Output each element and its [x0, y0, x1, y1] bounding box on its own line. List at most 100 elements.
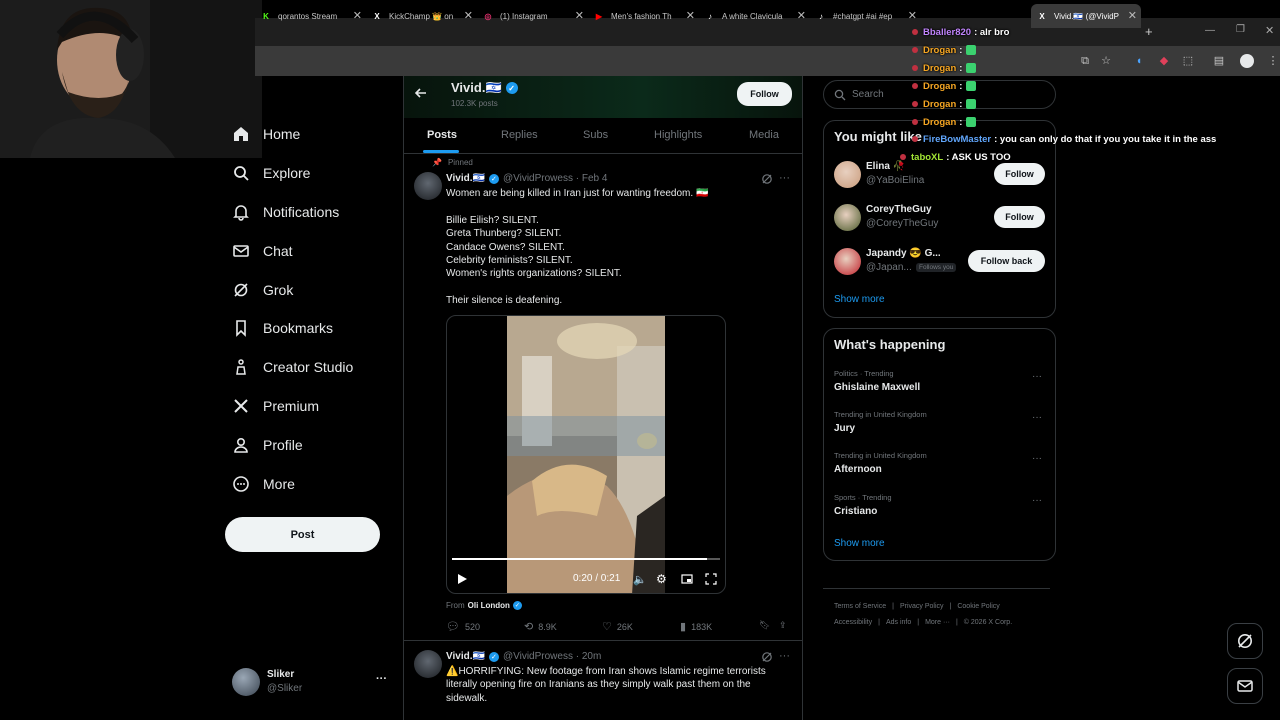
suggested-user-name[interactable]: CoreyTheGuy [866, 204, 932, 215]
from-source-name[interactable]: Oli London [468, 601, 510, 610]
post-avatar[interactable] [414, 650, 442, 678]
nav-item-bookmarks[interactable]: Bookmarks [231, 313, 333, 343]
user-avatar[interactable] [834, 248, 861, 275]
browser-tab[interactable]: ♪ A white Clavicula ✕ [699, 4, 810, 28]
grok-icon[interactable] [761, 651, 773, 663]
search-input[interactable]: Search [852, 89, 884, 100]
video-progress-track[interactable] [452, 558, 720, 560]
volume-icon[interactable]: 🔈 [633, 573, 647, 586]
tab-close-icon[interactable]: ✕ [908, 9, 917, 22]
user-avatar[interactable] [834, 204, 861, 231]
search-icon [231, 163, 251, 183]
tab-close-icon[interactable]: ✕ [686, 9, 695, 22]
post-avatar[interactable] [414, 172, 442, 200]
nav-item-explore[interactable]: Explore [231, 158, 310, 188]
trend-topic[interactable]: Jury [834, 423, 855, 434]
browser-tab[interactable]: Kqorantos Stream ✕ [255, 4, 366, 28]
trend-topic[interactable]: Cristiano [834, 506, 877, 517]
browser-tab[interactable]: X KickChamp 👑 on ✕ [366, 4, 477, 28]
grok-float-button[interactable] [1227, 623, 1263, 659]
nav-item-home[interactable]: Home [231, 119, 300, 149]
trends-show-more[interactable]: Show more [834, 538, 885, 549]
footer-link[interactable]: © 2026 X Corp. [964, 619, 1012, 626]
bookmark-star-icon[interactable]: ☆ [1099, 54, 1113, 68]
stream-chat-line: Drogan: [912, 63, 977, 74]
settings-gear-icon[interactable]: ⚙ [656, 572, 667, 586]
play-icon[interactable] [456, 573, 468, 585]
nav-item-notifications[interactable]: Notifications [231, 197, 339, 227]
footer-link[interactable]: Terms of Service [834, 603, 886, 610]
tab-close-icon[interactable]: ✕ [797, 9, 806, 22]
account-more-button[interactable]: ··· [376, 673, 387, 685]
post-more-icon[interactable]: ··· [779, 650, 790, 662]
browser-tab[interactable]: ♪ #chatgpt #ai #ep ✕ [810, 4, 921, 28]
views-action[interactable]: ▮ 183K [680, 620, 712, 633]
post-handle-time[interactable]: @VividProwess · Feb 4 [503, 173, 607, 184]
trend-more-icon[interactable]: ··· [1032, 453, 1042, 464]
extensions-puzzle-icon[interactable]: ⬚ [1181, 54, 1195, 68]
video-player[interactable] [446, 315, 726, 594]
reply-action[interactable]: 💬︎ 520 [446, 620, 480, 633]
browser-tab[interactable]: X Vivid.🇮🇱 (@VividP ✕ [1031, 4, 1141, 28]
grok-icon[interactable] [761, 173, 773, 185]
bookmark-post-icon[interactable]: 🔖︎ [759, 620, 770, 631]
sidepanel-icon[interactable]: ▤ [1212, 54, 1226, 68]
nav-item-premium[interactable]: Premium [231, 391, 319, 421]
trend-more-icon[interactable]: ··· [1032, 412, 1042, 423]
tab-close-icon[interactable]: ✕ [464, 9, 473, 22]
post-author-name[interactable]: Vivid.🇮🇱 [446, 651, 485, 662]
post-button[interactable]: Post [225, 517, 380, 552]
tab-highlights[interactable]: Highlights [654, 129, 702, 141]
browser-tab[interactable]: ◎ (1) Instagram ✕ [477, 4, 588, 28]
nav-item-grok[interactable]: Grok [231, 275, 293, 305]
footer-link[interactable]: Accessibility [834, 619, 872, 626]
tab-posts[interactable]: Posts [427, 129, 457, 141]
follow-button[interactable]: Follow [994, 206, 1045, 228]
tab-close-icon[interactable]: ✕ [575, 9, 584, 22]
footer-link[interactable]: More ··· [925, 619, 950, 626]
footer-link[interactable]: Cookie Policy [957, 603, 999, 610]
follow-button[interactable]: Follow back [968, 250, 1045, 272]
share-icon[interactable]: ⇪ [779, 620, 787, 631]
trend-more-icon[interactable]: ··· [1032, 371, 1042, 382]
browser-tab[interactable]: ▶ Men's fashion Th ✕ [588, 4, 699, 28]
install-icon[interactable]: ⧉ [1078, 54, 1092, 68]
who-to-follow-show-more[interactable]: Show more [834, 294, 885, 305]
trend-topic[interactable]: Afternoon [834, 464, 882, 475]
tab-close-icon[interactable]: ✕ [1128, 9, 1137, 22]
close-window-icon[interactable]: ✕ [1265, 24, 1274, 37]
nav-item-more[interactable]: More [231, 469, 295, 499]
messages-float-button[interactable] [1227, 668, 1263, 704]
account-avatar[interactable] [232, 668, 260, 696]
browser-menu-icon[interactable]: ⋮ [1266, 54, 1280, 68]
post-author-name[interactable]: Vivid.🇮🇱 [446, 173, 485, 184]
tab-subs[interactable]: Subs [583, 129, 608, 141]
repost-action[interactable]: ⟲ 8.9K [524, 620, 557, 633]
tab-replies[interactable]: Replies [501, 129, 538, 141]
trend-topic[interactable]: Ghislaine Maxwell [834, 382, 920, 393]
fullscreen-icon[interactable] [705, 573, 717, 585]
nav-item-creator-studio[interactable]: Creator Studio [231, 352, 353, 382]
profile-avatar-icon[interactable] [1240, 54, 1254, 68]
tab-close-icon[interactable]: ✕ [353, 9, 362, 22]
footer-link[interactable]: Privacy Policy [900, 603, 944, 610]
nav-item-chat[interactable]: Chat [231, 236, 293, 266]
like-action[interactable]: ♡ 26K [602, 620, 633, 633]
profile-follow-button[interactable]: Follow [737, 82, 792, 106]
nav-item-profile[interactable]: Profile [231, 430, 303, 460]
follow-button[interactable]: Follow [994, 163, 1045, 185]
post-handle-time[interactable]: @VividProwess · 20m [503, 651, 601, 662]
suggested-user-name[interactable]: Japandy 😎 G... [866, 248, 941, 259]
pip-icon[interactable] [681, 573, 693, 585]
post-more-icon[interactable]: ··· [779, 172, 790, 184]
back-arrow-icon[interactable] [414, 86, 428, 100]
tab-media[interactable]: Media [749, 129, 779, 141]
footer-link[interactable]: Ads info [886, 619, 911, 626]
trend-more-icon[interactable]: ··· [1032, 495, 1042, 506]
extension-icon[interactable]: ◆ [1157, 54, 1171, 68]
new-tab-button[interactable]: + [1145, 24, 1153, 39]
user-avatar[interactable] [834, 161, 861, 188]
minimize-icon[interactable]: — [1205, 25, 1215, 36]
restore-icon[interactable]: ❐ [1236, 24, 1245, 35]
extension-sound-icon[interactable]: ◖ [1132, 54, 1146, 68]
